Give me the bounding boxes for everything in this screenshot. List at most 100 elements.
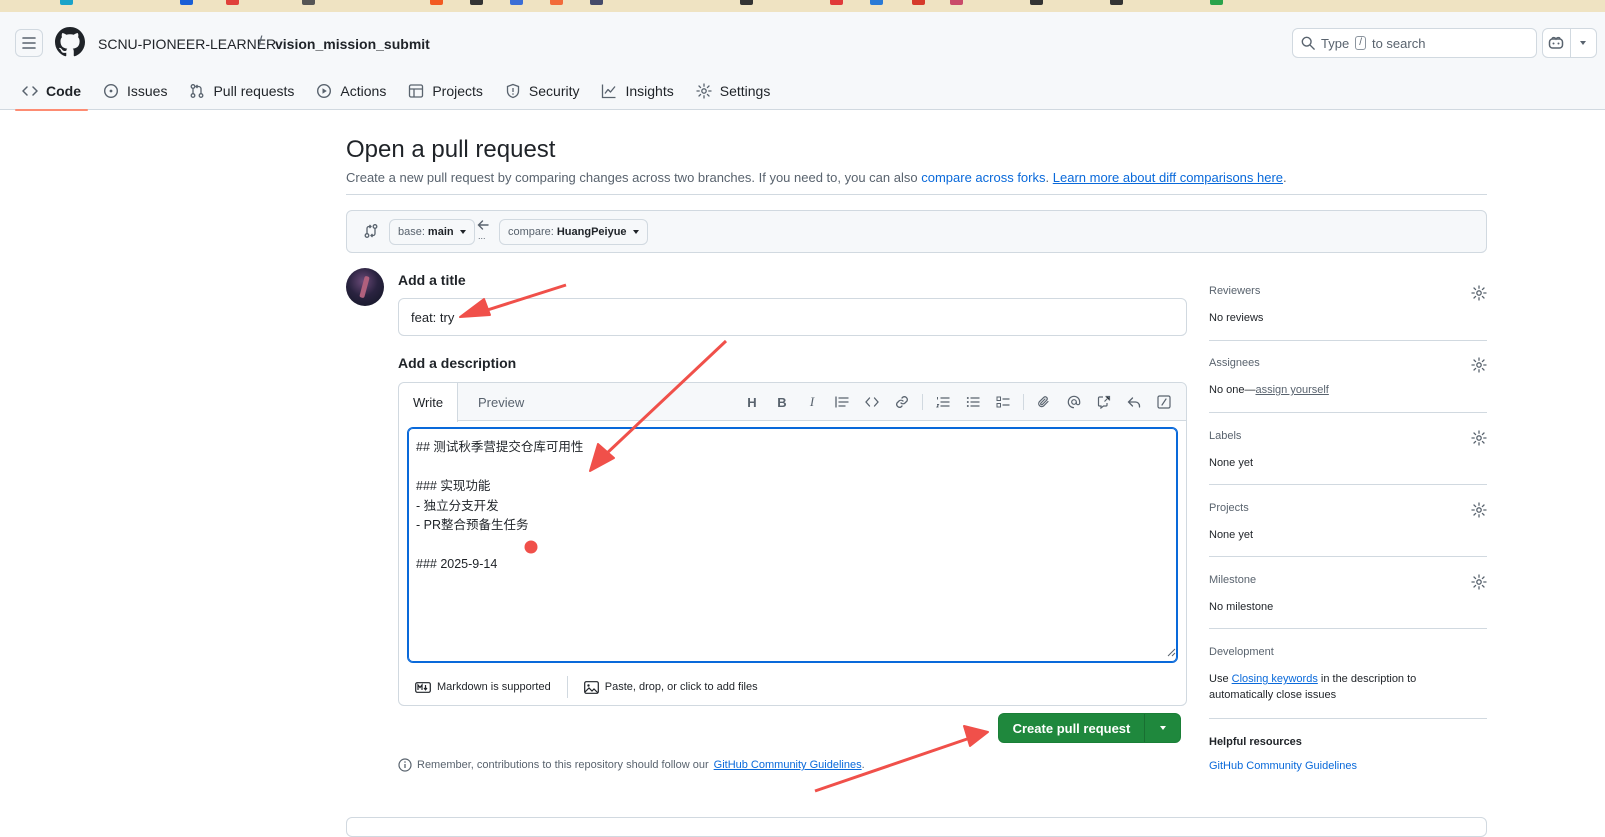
info-icon [398,758,412,772]
divider [346,194,1487,195]
reference-button[interactable] [1094,393,1114,411]
milestone-settings-button[interactable] [1471,574,1487,590]
add-description-label: Add a description [398,355,517,371]
mention-button[interactable] [1064,393,1084,411]
assignees-value: No one—assign yourself [1209,382,1329,398]
diff-comparisons-help-link[interactable]: Learn more about diff comparisons here [1053,170,1283,185]
copilot-menu-button[interactable] [1569,29,1597,57]
sidebar-reviewers: Reviewers No reviews [1209,285,1487,341]
slash-commands-button[interactable] [1154,393,1174,411]
bookmark-icon[interactable] [430,0,443,5]
create-pull-request-button[interactable]: Create pull request [999,714,1145,742]
tab-preview[interactable]: Preview [464,383,538,421]
toolbar-divider [922,394,923,410]
assignees-settings-button[interactable] [1471,357,1487,373]
global-nav-menu-button[interactable] [15,29,43,57]
labels-settings-button[interactable] [1471,430,1487,446]
saved-replies-button[interactable] [1124,393,1144,411]
projects-settings-button[interactable] [1471,502,1487,518]
resize-handle-icon[interactable] [1167,648,1176,657]
bookmark-icon[interactable] [830,0,843,5]
bookmark-icon[interactable] [302,0,315,5]
markdown-supported-link[interactable]: Markdown is supported [399,677,567,697]
attach-button[interactable] [1034,393,1054,411]
bookmark-icon[interactable] [180,0,193,5]
tab-security[interactable]: Security [498,72,587,110]
labels-heading: Labels [1209,430,1242,442]
bookmark-icon[interactable] [60,0,73,5]
description-textarea[interactable]: ## 测试秋季营提交仓库可用性 ### 实现功能 - 独立分支开发 - PR整合… [407,427,1178,663]
link-button[interactable] [892,393,912,411]
annotation-arrowhead [963,725,989,747]
arrow-left-icon [477,219,489,231]
repo-owner-link[interactable]: SCNU-PIONEER-LEARNER [98,36,276,52]
bookmark-icon[interactable] [1030,0,1043,5]
copilot-button[interactable] [1543,29,1570,57]
tab-label: Insights [625,83,674,99]
search-placeholder-suffix: to search [1371,35,1426,51]
compare-across-forks-link[interactable]: compare across forks [921,170,1045,185]
tab-settings[interactable]: Settings [689,72,778,110]
chevron-down-icon [632,230,639,234]
bookmark-icon[interactable] [950,0,963,5]
compare-branch-select[interactable]: compare: HuangPeiyue [499,219,648,245]
italic-button[interactable]: I [802,393,822,411]
github-logo-icon[interactable] [55,27,85,57]
reviewers-settings-button[interactable] [1471,285,1487,301]
bookmark-icon[interactable] [550,0,563,5]
tab-actions[interactable]: Actions [309,72,393,110]
tab-write[interactable]: Write [399,383,459,422]
assign-yourself-link[interactable]: assign yourself [1255,384,1328,396]
list-unordered-icon [966,397,980,407]
assignees-heading: Assignees [1209,357,1260,369]
tab-label: Pull requests [213,83,295,99]
bookmark-icon[interactable] [1210,0,1223,5]
bookmark-icon[interactable] [470,0,483,5]
quote-button[interactable] [832,393,852,411]
heading-button[interactable]: H [742,393,762,411]
editor-footer: Markdown is supported Paste, drop, or cl… [399,669,1186,705]
reminder-period: . [861,759,865,771]
gear-icon [1471,502,1487,518]
unordered-list-button[interactable] [963,393,983,411]
attach-note: Paste, drop, or click to add files [604,681,758,693]
subtitle-period: . [1283,170,1287,185]
avatar[interactable] [346,268,384,306]
bookmark-icon[interactable] [510,0,523,5]
compare-branch-name: HuangPeiyue [556,226,627,238]
code-button[interactable] [862,393,882,411]
tab-code[interactable]: Code [15,72,88,111]
create-options-button[interactable] [1145,726,1180,730]
bookmark-icon[interactable] [912,0,925,5]
repo-name-link[interactable]: vision_mission_submit [275,36,430,52]
development-heading: Development [1209,646,1274,658]
gear-icon [1471,430,1487,446]
sidebar-community-guidelines-link[interactable]: GitHub Community Guidelines [1209,760,1357,772]
reviewers-value: No reviews [1209,312,1264,324]
bookmark-icon[interactable] [870,0,883,5]
issue-opened-icon [103,83,119,99]
bookmark-icon[interactable] [590,0,603,5]
bookmark-icon[interactable] [1110,0,1123,5]
tab-insights[interactable]: Insights [594,72,680,110]
contribution-reminder: Remember, contributions to this reposito… [398,758,865,772]
labels-value: None yet [1209,457,1254,469]
link-icon [896,396,908,408]
bookmark-icon[interactable] [226,0,239,5]
reply-icon [1127,397,1141,408]
bold-button[interactable]: B [772,393,792,411]
tab-pull-requests[interactable]: Pull requests [182,72,301,110]
community-guidelines-link[interactable]: GitHub Community Guidelines [714,759,862,771]
attach-files-area[interactable]: Paste, drop, or click to add files [568,677,774,697]
tab-projects[interactable]: Projects [401,72,490,110]
sidebar-assignees: Assignees No one—assign yourself [1209,357,1487,413]
pr-title-input[interactable]: feat: try [398,298,1187,336]
ordered-list-button[interactable] [933,393,953,411]
search-input[interactable]: Type / to search [1292,28,1537,58]
closing-keywords-link[interactable]: Closing keywords [1232,673,1318,685]
bookmark-icon[interactable] [740,0,753,5]
base-branch-select[interactable]: base: main [389,219,475,245]
task-list-button[interactable] [993,393,1013,411]
chevron-down-icon [1580,41,1587,45]
tab-issues[interactable]: Issues [96,72,174,110]
